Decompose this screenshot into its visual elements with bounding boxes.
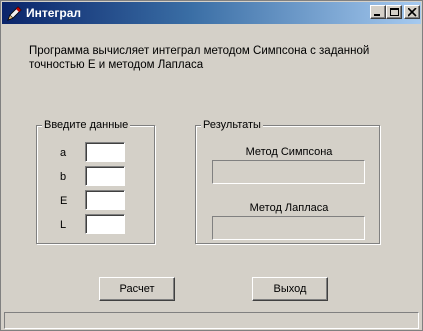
label-b: b xyxy=(60,171,67,183)
laplace-result-box xyxy=(212,216,365,240)
pencil-icon[interactable] xyxy=(6,5,23,22)
label-e: E xyxy=(60,195,68,207)
input-b[interactable] xyxy=(85,166,125,186)
results-groupbox: Результаты Метод Симпсона Метод Лапласа xyxy=(195,118,380,244)
input-groupbox: Введите данные a b E L xyxy=(36,118,155,244)
description-line-1: Программа вычисляет интеграл методом Сим… xyxy=(29,45,370,57)
app-window: Интеграл Программа вычисляет интеграл ме… xyxy=(0,0,423,331)
input-l[interactable] xyxy=(85,214,125,234)
exit-button[interactable]: Выход xyxy=(252,277,328,301)
results-group-title: Результаты xyxy=(201,118,263,132)
window-title: Интеграл xyxy=(26,6,82,20)
status-bar xyxy=(4,312,419,329)
input-e[interactable] xyxy=(85,190,125,210)
title-bar[interactable]: Интеграл xyxy=(2,2,421,24)
label-l: L xyxy=(60,219,67,231)
close-icon xyxy=(408,8,417,17)
calculate-button[interactable]: Расчет xyxy=(99,277,175,301)
description-line-2: точностью Е и методом Лапласа xyxy=(29,59,204,71)
minimize-button[interactable] xyxy=(370,5,386,19)
minimize-icon xyxy=(374,14,380,16)
close-button[interactable] xyxy=(404,5,420,19)
simpson-label: Метод Симпсона xyxy=(245,146,333,158)
description-text: Программа вычисляет интеграл методом Сим… xyxy=(29,44,389,72)
label-a: a xyxy=(60,147,67,159)
maximize-icon xyxy=(390,8,399,16)
maximize-button[interactable] xyxy=(386,5,402,19)
simpson-result-box xyxy=(212,160,365,184)
input-a[interactable] xyxy=(85,142,125,162)
input-group-title: Введите данные xyxy=(42,118,131,132)
laplace-label: Метод Лапласа xyxy=(249,202,329,214)
